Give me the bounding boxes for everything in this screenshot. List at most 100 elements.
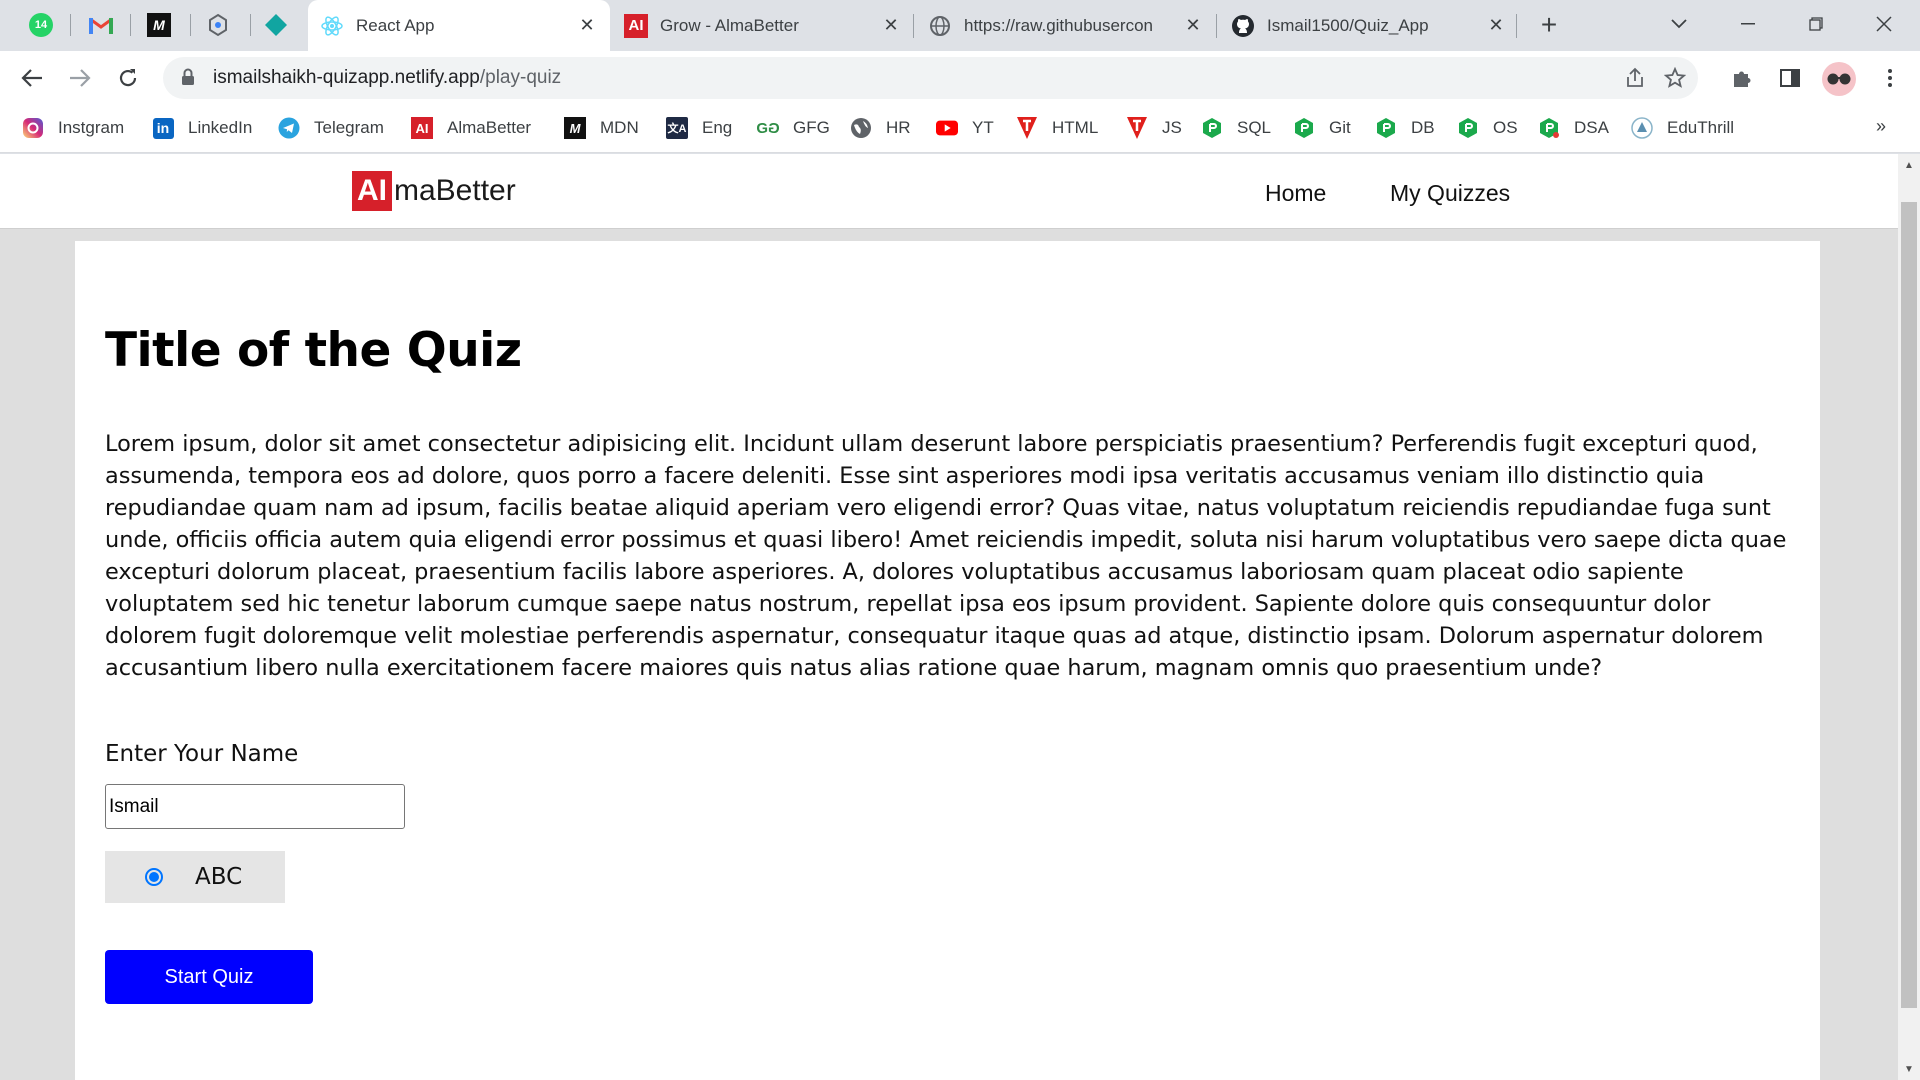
page-scrollbar[interactable]: ▲ ▼	[1898, 154, 1920, 1080]
bookmark-hr[interactable]: HR	[850, 115, 911, 141]
bookmark-sql[interactable]: SQL	[1201, 115, 1271, 141]
minimize-icon	[1741, 23, 1755, 25]
close-tab-icon[interactable]: ✕	[576, 15, 598, 37]
share-icon[interactable]	[1623, 66, 1647, 90]
menu-button[interactable]	[1876, 64, 1904, 92]
extensions-button[interactable]	[1728, 64, 1756, 92]
scroll-down-arrow[interactable]: ▼	[1898, 1058, 1920, 1080]
close-window-button[interactable]	[1860, 8, 1908, 40]
bookmark-label: HTML	[1052, 118, 1099, 137]
close-tab-icon[interactable]: ✕	[1485, 15, 1507, 37]
bookmark-js[interactable]: JS	[1126, 115, 1182, 141]
bookmark-label: AlmaBetter	[447, 118, 532, 137]
pinned-tab-diamond[interactable]	[257, 10, 295, 40]
tutorial-icon	[1016, 117, 1038, 139]
bookmark-linkedin[interactable]: in LinkedIn	[152, 115, 252, 141]
puzzle-icon	[1734, 71, 1751, 87]
tab-title: Grow - AlmaBetter	[660, 15, 799, 35]
tab-grow-almabetter[interactable]: AI Grow - AlmaBetter ✕	[612, 0, 914, 51]
globe-icon	[850, 117, 872, 139]
logo-mark: AI	[352, 171, 392, 211]
nav-home-link[interactable]: Home	[1265, 180, 1326, 207]
scroll-up-arrow[interactable]: ▲	[1898, 154, 1920, 176]
globe-icon	[928, 14, 952, 38]
new-tab-button[interactable]: +	[1534, 11, 1564, 40]
close-tab-icon[interactable]: ✕	[1182, 15, 1204, 37]
react-dev-icon	[209, 13, 227, 37]
diamond-app-icon	[265, 14, 287, 36]
bookmark-label: EduThrill	[1667, 118, 1735, 137]
side-panel-icon	[1780, 69, 1800, 87]
hex-icon	[1457, 117, 1479, 139]
restore-icon	[1809, 17, 1823, 31]
side-panel-button[interactable]	[1776, 64, 1804, 92]
bookmark-eduthrill[interactable]: EduThrill	[1631, 115, 1734, 141]
bookmark-yt[interactable]: YT	[936, 115, 994, 141]
profile-avatar[interactable]	[1822, 62, 1856, 96]
bookmark-label: HR	[886, 118, 911, 137]
react-icon	[320, 14, 344, 38]
bookmark-star-icon[interactable]	[1663, 66, 1687, 90]
bookmark-telegram[interactable]: Telegram	[278, 115, 384, 141]
bookmark-label: SQL	[1237, 118, 1272, 137]
gmail-icon	[89, 17, 113, 34]
forward-button[interactable]	[63, 61, 97, 95]
translate-icon: 文A	[666, 117, 688, 139]
more-vertical-icon	[1888, 69, 1892, 87]
bookmark-label: Git	[1329, 118, 1351, 137]
tab-raw-githubusercontent[interactable]: https://raw.githubusercon ✕	[916, 0, 1216, 51]
pinned-tab-mdn[interactable]: M	[140, 10, 178, 40]
scroll-thumb[interactable]	[1901, 202, 1917, 1008]
arrow-left-icon	[21, 69, 42, 87]
bookmark-gfg[interactable]: GG GFG	[756, 115, 830, 141]
pinned-tab-whatsapp[interactable]: 14	[22, 10, 60, 40]
address-bar[interactable]: ismailshaikh-quizapp.netlify.app/play-qu…	[163, 57, 1698, 99]
restore-button[interactable]	[1792, 8, 1840, 40]
bookmark-html[interactable]: HTML	[1016, 115, 1098, 141]
bookmark-git[interactable]: Git	[1293, 115, 1351, 141]
youtube-icon	[936, 117, 958, 139]
telegram-icon	[278, 117, 300, 139]
bookmark-instagram[interactable]: Instgram	[22, 115, 124, 141]
start-quiz-button[interactable]: Start Quiz	[105, 950, 313, 1004]
bookmark-label: OS	[1493, 118, 1518, 137]
instagram-icon	[22, 117, 44, 139]
tab-react-app[interactable]: React App ✕	[308, 0, 610, 51]
linkedin-icon: in	[152, 117, 174, 139]
url-host: ismailshaikh-quizapp.netlify.app	[213, 67, 480, 88]
pinned-tab-gmail[interactable]	[82, 10, 120, 40]
nav-my-quizzes-link[interactable]: My Quizzes	[1390, 180, 1510, 207]
bookmark-db[interactable]: DB	[1375, 115, 1435, 141]
almabetter-logo[interactable]: AI maBetter	[352, 171, 516, 211]
hex-icon	[1538, 117, 1560, 139]
hex-icon	[1293, 117, 1315, 139]
pinned-tab-react-dev[interactable]	[199, 10, 237, 40]
option-radio[interactable]	[145, 868, 163, 886]
close-icon	[1876, 16, 1892, 32]
bookmark-mdn[interactable]: M MDN	[564, 115, 639, 141]
page-viewport: AI maBetter Home My Quizzes Title of the…	[0, 154, 1898, 1080]
bookmark-eng[interactable]: 文A Eng	[666, 115, 732, 141]
bookmarks-bar: Instgram in LinkedIn Telegram AI AlmaBet…	[0, 103, 1920, 153]
tab-github-quiz-app[interactable]: Ismail1500/Quiz_App ✕	[1219, 0, 1519, 51]
tab-search-button[interactable]	[1655, 8, 1703, 40]
tab-title: https://raw.githubusercon	[964, 15, 1154, 35]
browser-toolbar: ismailshaikh-quizapp.netlify.app/play-qu…	[0, 51, 1920, 103]
quiz-option[interactable]: ABC	[105, 851, 285, 903]
almabetter-icon: AI	[411, 117, 433, 139]
gfg-icon: GG	[756, 119, 780, 137]
bookmark-label: LinkedIn	[188, 118, 253, 137]
back-button[interactable]	[15, 61, 49, 95]
bookmark-dsa[interactable]: DSA	[1538, 115, 1609, 141]
bookmarks-overflow-button[interactable]: »	[1876, 116, 1886, 137]
minimize-button[interactable]	[1724, 8, 1772, 40]
tab-title: React App	[356, 15, 435, 35]
url-path: /play-quiz	[479, 67, 562, 88]
tab-strip: 14 M React App ✕ AI Grow - AlmaBetter ✕ …	[0, 0, 1920, 51]
close-tab-icon[interactable]: ✕	[880, 15, 902, 37]
bookmark-os[interactable]: OS	[1457, 115, 1518, 141]
reload-button[interactable]	[111, 61, 145, 95]
name-label: Enter Your Name	[105, 741, 299, 767]
bookmark-almabetter[interactable]: AI AlmaBetter	[411, 115, 531, 141]
name-input[interactable]	[105, 784, 405, 829]
